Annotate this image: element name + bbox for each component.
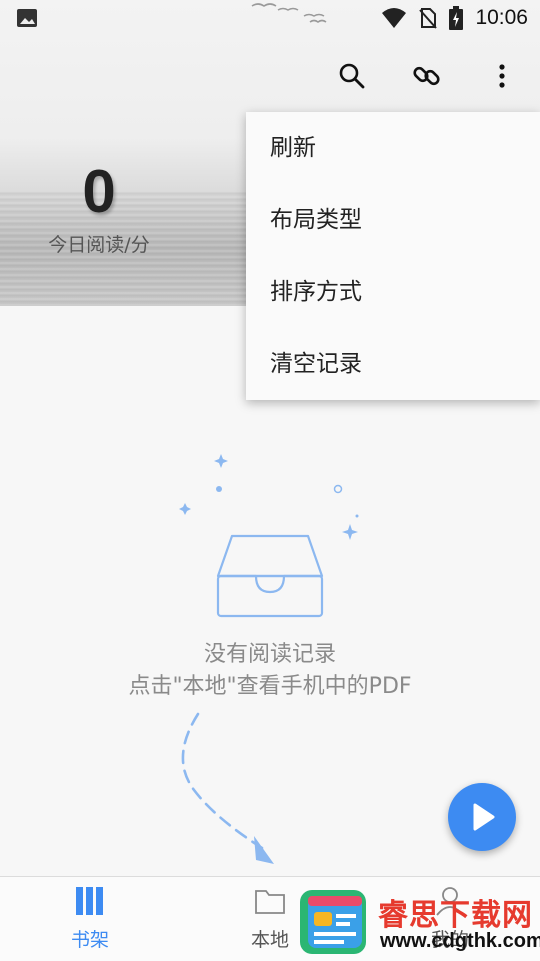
- watermark-url: www.cdgthk.com: [380, 930, 540, 952]
- watermark-logo-icon: [300, 890, 366, 954]
- nav-item-bookshelf[interactable]: 书架: [45, 885, 135, 952]
- menu-item-sort-order[interactable]: 排序方式: [246, 256, 540, 328]
- play-fab-button[interactable]: [448, 783, 516, 851]
- watermark-title: 睿思下载网: [378, 898, 533, 933]
- more-options-button[interactable]: [484, 58, 520, 94]
- today-reading-label: 今日阅读/分: [48, 234, 150, 256]
- site-watermark: 睿思下载网 www.cdgthk.com: [298, 886, 540, 960]
- empty-state-title: 没有阅读记录: [203, 642, 336, 667]
- today-reading-stat: 0 今日阅读/分: [24, 160, 174, 257]
- bookshelf-icon: [76, 887, 103, 915]
- battery-charging-icon: [449, 6, 464, 30]
- today-reading-value: 0: [82, 158, 116, 225]
- nav-label-bookshelf: 书架: [70, 929, 109, 951]
- search-icon: [339, 63, 365, 89]
- menu-item-clear-history[interactable]: 清空记录: [246, 328, 540, 400]
- empty-inbox-icon: [179, 454, 359, 618]
- more-vert-icon: [499, 64, 505, 88]
- overflow-menu: 刷新 布局类型 排序方式 清空记录: [246, 112, 540, 400]
- status-time: 10:06: [475, 6, 528, 29]
- link-icon: [413, 66, 440, 86]
- menu-item-refresh[interactable]: 刷新: [246, 112, 540, 184]
- status-bar: 10:06: [0, 0, 540, 36]
- dashed-arrow-icon: [181, 712, 274, 864]
- link-button[interactable]: [409, 58, 445, 94]
- wifi-icon: [382, 8, 407, 28]
- no-sim-icon: [419, 8, 438, 29]
- play-icon: [473, 803, 495, 831]
- folder-icon: [255, 890, 285, 914]
- search-button[interactable]: [334, 58, 370, 94]
- empty-state-subtitle: 点击"本地"查看手机中的PDF: [128, 674, 412, 699]
- status-right-group: 10:06: [381, 6, 528, 30]
- menu-item-layout-type[interactable]: 布局类型: [246, 184, 540, 256]
- image-icon: [17, 9, 37, 27]
